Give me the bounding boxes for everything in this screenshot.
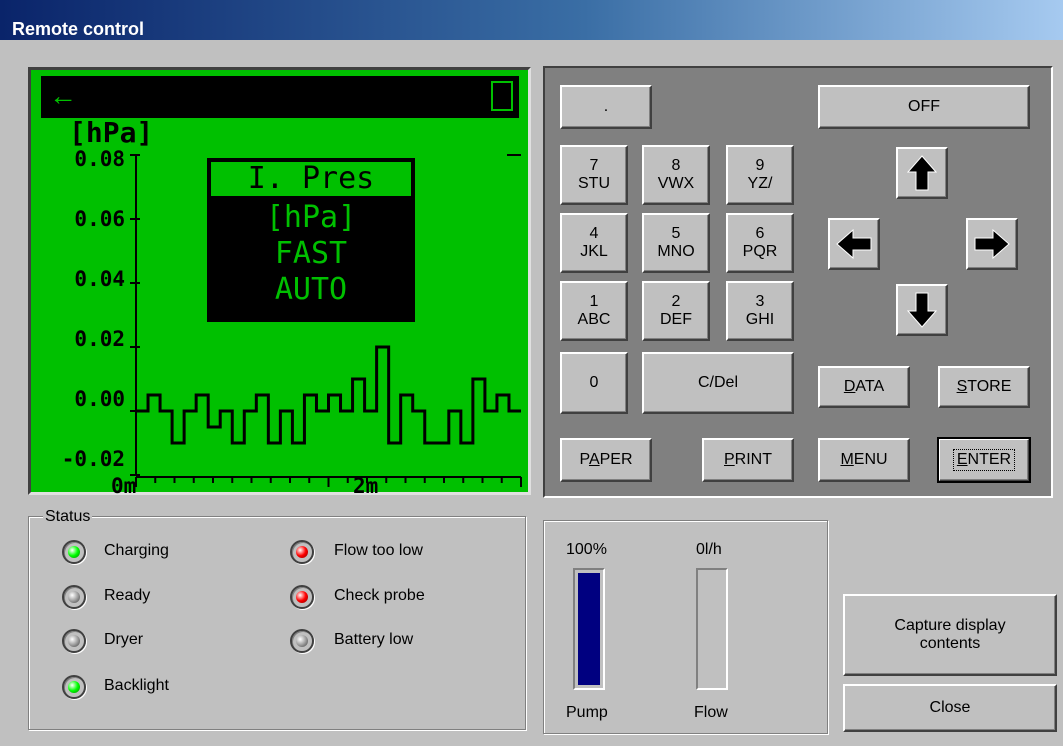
arrow-right-icon — [974, 229, 1010, 259]
data-label: DATA — [843, 378, 885, 395]
arrow-up-button[interactable] — [896, 147, 948, 199]
key-digit: 3 — [755, 293, 765, 310]
check-probe-led-icon — [290, 585, 314, 609]
battery-low-label: Battery low — [334, 631, 414, 648]
capture-display-button[interactable]: Capture display contents — [843, 594, 1057, 676]
store-label: STORE — [956, 378, 1012, 395]
print-button[interactable]: PRINT — [702, 438, 794, 482]
menu-button[interactable]: MENU — [818, 438, 910, 482]
display-menu-overlay: I. Pres [hPa] FAST AUTO — [207, 158, 415, 322]
key-digit: 8 — [671, 157, 681, 174]
battery-low-led-icon — [290, 629, 314, 653]
flow-value: 0l/h — [696, 541, 722, 558]
key-letters: MNO — [657, 243, 695, 260]
title-bar[interactable]: Remote control — [0, 0, 1063, 40]
arrow-right-button[interactable] — [966, 218, 1018, 270]
key-digit: 1 — [589, 293, 599, 310]
ready-led-icon — [62, 585, 86, 609]
charging-label: Charging — [104, 542, 169, 559]
pump-gauge — [573, 568, 605, 690]
enter-button[interactable]: ENTER — [937, 437, 1031, 483]
pump-value: 100% — [566, 541, 607, 558]
dryer-led-icon — [62, 629, 86, 653]
key-3-button[interactable]: 3 GHI — [726, 281, 794, 341]
key-letters: PQR — [742, 243, 778, 260]
key-4-button[interactable]: 4 JKL — [560, 213, 628, 273]
check-probe-label: Check probe — [334, 587, 425, 604]
overlay-selected-item: I. Pres — [211, 162, 411, 196]
key-letters: ABC — [577, 311, 611, 328]
key-1-button[interactable]: 1 ABC — [560, 281, 628, 341]
dryer-label: Dryer — [104, 631, 144, 648]
key-letters: YZ/ — [747, 175, 773, 192]
charging-led-icon — [62, 540, 86, 564]
arrow-down-icon — [907, 292, 937, 328]
key-0-button[interactable]: 0 — [560, 352, 628, 414]
key-6-button[interactable]: 6 PQR — [726, 213, 794, 273]
overlay-unit: [hPa] — [265, 200, 357, 235]
window-title: Remote control — [12, 19, 145, 39]
ready-label: Ready — [104, 587, 151, 604]
store-button[interactable]: STORE — [938, 366, 1030, 408]
clear-delete-label: C/Del — [697, 374, 738, 391]
key-letters: JKL — [580, 243, 608, 260]
off-button[interactable]: OFF — [818, 85, 1030, 129]
series-line — [136, 345, 521, 445]
pump-gauge-fill — [578, 573, 600, 685]
key-2-button[interactable]: 2 DEF — [642, 281, 710, 341]
print-label: PRINT — [724, 451, 772, 468]
key-letters: DEF — [660, 311, 692, 328]
capture-label-line1: Capture display — [894, 617, 1006, 634]
close-label: Close — [929, 699, 971, 716]
data-button[interactable]: DATA — [818, 366, 910, 408]
arrow-down-button[interactable] — [896, 284, 948, 336]
pump-label: Pump — [566, 704, 608, 721]
menu-label: MENU — [840, 451, 888, 468]
key-digit: 4 — [589, 225, 599, 242]
key-8-button[interactable]: 8 VWX — [642, 145, 710, 205]
key-letters: STU — [578, 175, 610, 192]
capture-label-line2: contents — [919, 635, 981, 652]
dot-button[interactable]: . — [560, 85, 652, 129]
backlight-label: Backlight — [104, 677, 169, 694]
key-5-button[interactable]: 5 MNO — [642, 213, 710, 273]
overlay-mode: AUTO — [274, 272, 348, 307]
arrow-up-icon — [907, 155, 937, 191]
flow-gauge — [696, 568, 728, 690]
flow-label: Flow — [694, 704, 728, 721]
enter-label: ENTER — [952, 449, 1016, 471]
key-digit: 5 — [671, 225, 681, 242]
paper-button[interactable]: PAPER — [560, 438, 652, 482]
status-legend: Status — [43, 508, 93, 526]
key-digit: 0 — [589, 374, 599, 391]
overlay-speed: FAST — [274, 236, 348, 271]
close-button[interactable]: Close — [843, 684, 1057, 732]
status-group — [28, 516, 526, 730]
flow-too-low-led-icon — [290, 540, 314, 564]
clear-delete-button[interactable]: C/Del — [642, 352, 794, 414]
key-digit: 6 — [755, 225, 765, 242]
key-letters: GHI — [745, 311, 775, 328]
arrow-left-button[interactable] — [828, 218, 880, 270]
paper-label: PAPER — [579, 451, 633, 468]
dot-label: . — [603, 98, 609, 115]
key-digit: 2 — [671, 293, 681, 310]
key-7-button[interactable]: 7 STU — [560, 145, 628, 205]
key-digit: 7 — [589, 157, 599, 174]
flow-too-low-label: Flow too low — [334, 542, 423, 559]
key-letters: VWX — [657, 175, 695, 192]
key-digit: 9 — [755, 157, 765, 174]
backlight-led-icon — [62, 675, 86, 699]
key-9-button[interactable]: 9 YZ/ — [726, 145, 794, 205]
off-label: OFF — [908, 98, 940, 115]
instrument-display: ← I. Pres E [hPa] 0.08 0.06 0.04 0.02 0.… — [28, 67, 531, 498]
arrow-left-icon — [836, 229, 872, 259]
